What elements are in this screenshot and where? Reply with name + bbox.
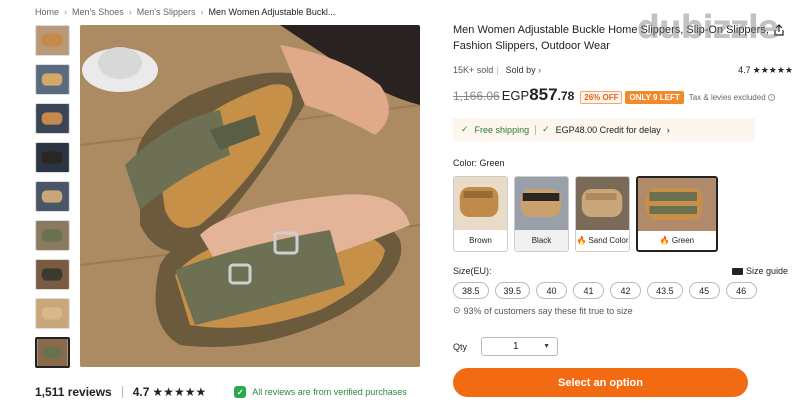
thumbnail-5[interactable] xyxy=(35,181,70,212)
qty-label: Qty xyxy=(453,341,468,352)
dubizzle-watermark: dubizzle xyxy=(637,8,779,46)
size-option[interactable]: 41 xyxy=(573,282,605,299)
divider xyxy=(121,386,123,398)
size-option[interactable]: 45 xyxy=(688,282,720,299)
tax-note: Tax & levies excluded i xyxy=(689,93,775,102)
delay-credit: EGP48.00 Credit for delay xyxy=(555,124,661,135)
size-header: Size(EU): Size guide xyxy=(453,266,793,276)
size-option[interactable]: 46 xyxy=(725,282,757,299)
rating-value: 4.7 xyxy=(738,65,751,75)
current-price: 857 xyxy=(529,85,558,104)
reviews-summary: 1,511 reviews 4.7 ★★★★★ ✓ All reviews ar… xyxy=(35,385,407,399)
free-shipping: Free shipping xyxy=(474,124,530,135)
thumbnail-3[interactable] xyxy=(35,103,70,134)
ruler-icon xyxy=(731,267,743,275)
verified-text: All reviews are from verified purchases xyxy=(252,387,407,397)
swatch-sand-color[interactable]: 🔥 Sand Color xyxy=(575,176,630,252)
product-rating[interactable]: 4.7 ★★★★★ xyxy=(738,65,793,76)
size-option[interactable]: 39.5 xyxy=(494,282,531,299)
size-option[interactable]: 40 xyxy=(536,282,568,299)
quantity-row: Qty 1 ▼ xyxy=(453,337,793,356)
breadcrumb-mens-slippers[interactable]: Men's Slippers xyxy=(137,7,196,17)
chevron-right-icon: › xyxy=(666,124,670,135)
star-rating-icon: ★★★★★ xyxy=(752,64,793,75)
chevron-right-icon: › xyxy=(538,65,542,75)
thumbnail-7[interactable] xyxy=(35,259,70,290)
size-guide-link[interactable]: Size guide xyxy=(731,266,788,276)
color-swatches: Brown Black 🔥 Sand Color 🔥 Green xyxy=(453,176,793,252)
chevron-right-icon: › xyxy=(200,7,204,17)
sold-count: 15K+ sold xyxy=(453,65,494,75)
sales-meta-row: 15K+ sold | Sold by › 4.7 ★★★★★ xyxy=(453,65,793,76)
sold-by-link[interactable]: Sold by › xyxy=(506,65,542,75)
shipping-banner[interactable]: ✓ Free shipping ✓ EGP48.00 Credit for de… xyxy=(453,118,755,141)
flame-icon: 🔥 xyxy=(659,236,670,245)
check-icon: ✓ xyxy=(542,124,550,134)
product-info-panel: Men Women Adjustable Buckle Home Slipper… xyxy=(453,22,793,397)
shield-check-icon: ✓ xyxy=(234,386,247,398)
breadcrumb-home[interactable]: Home xyxy=(35,7,59,17)
breadcrumb: Home › Men's Shoes › Men's Slippers › Me… xyxy=(35,7,335,17)
color-label: Color: Green xyxy=(453,158,505,168)
star-rating-icon: ★★★★★ xyxy=(152,385,207,399)
discount-badge: 26% OFF xyxy=(580,91,623,104)
price-row: 1,166.06 EGP 857 .78 26% OFF ONLY 9 LEFT… xyxy=(453,85,793,105)
thumbnail-6[interactable] xyxy=(35,220,70,251)
divider xyxy=(535,124,537,135)
size-option[interactable]: 43.5 xyxy=(647,282,683,299)
thumbnail-9-selected[interactable] xyxy=(35,337,70,368)
tax-text: Tax & levies excluded xyxy=(688,93,766,102)
chevron-right-icon: › xyxy=(128,7,132,17)
thumbnail-2[interactable] xyxy=(35,64,70,95)
fit-note: ⊙ 93% of customers say these fit true to… xyxy=(453,305,633,316)
select-option-button[interactable]: Select an option xyxy=(453,368,748,397)
swatch-label: 🔥 Sand Color xyxy=(576,236,629,245)
verified-reviews-note: ✓ All reviews are from verified purchase… xyxy=(234,386,407,398)
flame-icon: 🔥 xyxy=(576,236,587,245)
reviews-rating: 4.7 xyxy=(132,385,150,399)
current-price-decimal: .78 xyxy=(557,89,575,103)
thumbnail-list xyxy=(35,25,71,376)
breadcrumb-current: Men Women Adjustable Buckl... xyxy=(208,7,336,17)
stock-badge: ONLY 9 LEFT xyxy=(625,91,684,104)
thumbnail-4[interactable] xyxy=(35,142,70,173)
swatch-green-selected[interactable]: 🔥 Green xyxy=(636,176,718,252)
size-option[interactable]: 42 xyxy=(610,282,642,299)
swatch-label: 🔥 Green xyxy=(659,236,695,245)
swatch-brown[interactable]: Brown xyxy=(453,176,508,252)
size-option[interactable]: 38.5 xyxy=(453,282,489,299)
swatch-label: Black xyxy=(515,230,568,251)
thumbs-up-icon: ⊙ xyxy=(453,305,461,315)
divider: | xyxy=(496,65,499,75)
quantity-select[interactable]: 1 ▼ xyxy=(481,337,559,356)
chevron-right-icon: › xyxy=(64,7,68,17)
breadcrumb-mens-shoes[interactable]: Men's Shoes xyxy=(72,7,124,17)
currency: EGP xyxy=(501,88,530,103)
size-options: 38.5 39.5 40 41 42 43.5 45 46 xyxy=(453,282,793,299)
info-icon[interactable]: i xyxy=(767,94,775,101)
reviews-count[interactable]: 1,511 reviews xyxy=(35,385,112,399)
qty-value: 1 xyxy=(513,341,519,352)
chevron-down-icon: ▼ xyxy=(543,343,551,350)
swatch-black[interactable]: Black xyxy=(514,176,569,252)
main-product-image[interactable] xyxy=(80,25,420,367)
original-price: 1,166.06 xyxy=(453,89,500,103)
thumbnail-1[interactable] xyxy=(35,25,70,56)
swatch-label: Brown xyxy=(469,236,492,245)
thumbnail-8[interactable] xyxy=(35,298,70,329)
check-icon: ✓ xyxy=(461,124,469,134)
size-label: Size(EU): xyxy=(453,266,492,276)
